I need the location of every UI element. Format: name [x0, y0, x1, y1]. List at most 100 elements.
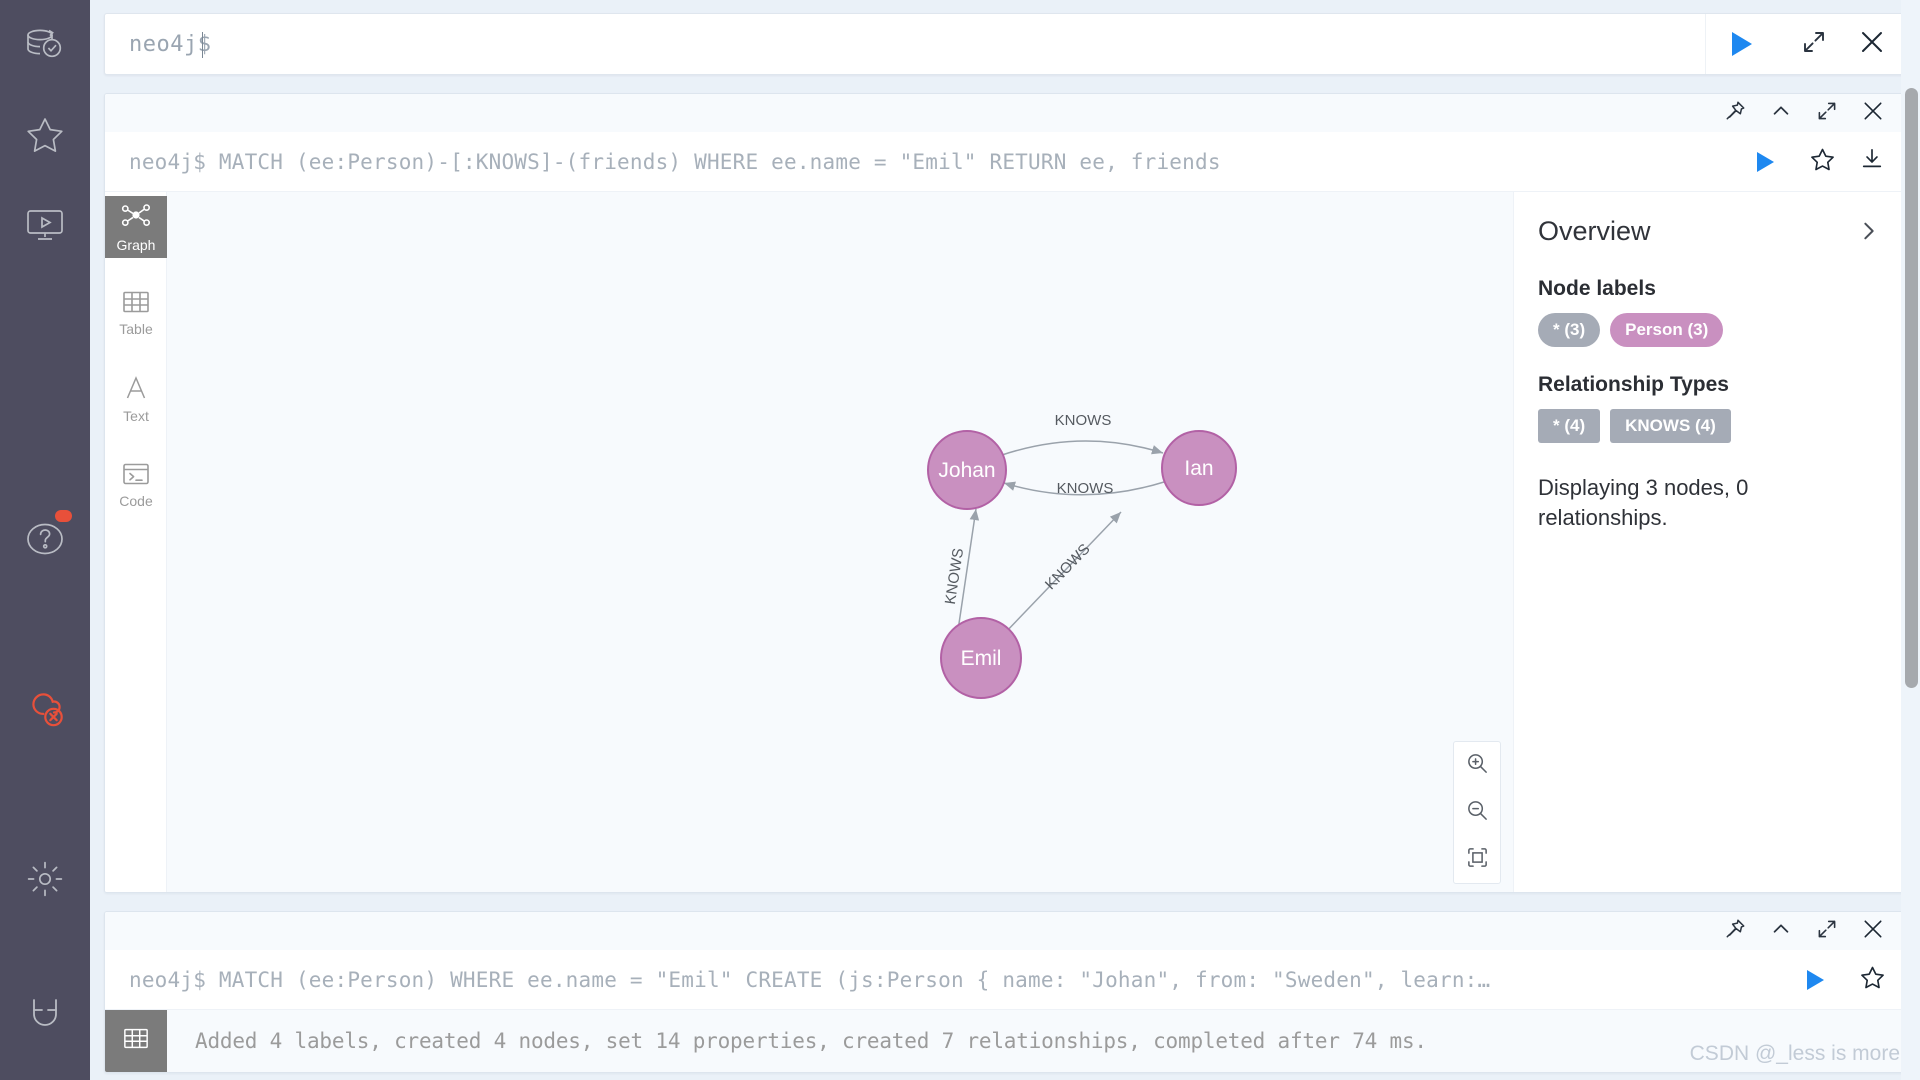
- frame-query-prompt: neo4j$: [129, 967, 207, 992]
- frame-rerun-button[interactable]: [1783, 950, 1847, 1010]
- overview-collapse-button[interactable]: [1857, 216, 1881, 251]
- expand-icon: [1816, 918, 1838, 945]
- frame-query-text[interactable]: neo4j$ MATCH (ee:Person) WHERE ee.name =…: [105, 968, 1783, 992]
- node-label-chip-person[interactable]: Person (3): [1610, 313, 1724, 347]
- editor-bar-actions: [1777, 14, 1905, 74]
- graph-overview-panel: Overview Node labels * (3) Person (3) Re…: [1513, 192, 1905, 892]
- frame-result-body: Graph Table Text Code KNOWS KNOWS KNOWS …: [105, 192, 1905, 892]
- magnet-icon: [26, 994, 64, 1032]
- sidebar-item-guides[interactable]: [0, 180, 90, 270]
- zoom-fit-icon: [1466, 846, 1489, 874]
- graph-node-johan[interactable]: Johan: [927, 430, 1007, 510]
- sidebar-item-database[interactable]: [0, 0, 90, 90]
- tab-text-label: Text: [123, 408, 149, 424]
- chevron-up-icon: [1770, 918, 1792, 945]
- frame-query-text[interactable]: neo4j$ MATCH (ee:Person)-[:KNOWS]-(frien…: [105, 150, 1733, 174]
- cypher-editor-input[interactable]: neo4j$: [105, 14, 1705, 74]
- zoom-in-button[interactable]: [1454, 742, 1500, 789]
- editor-run-button[interactable]: [1705, 14, 1777, 74]
- frame-query-actions: [1797, 132, 1905, 192]
- tab-graph[interactable]: Graph: [105, 196, 167, 258]
- relationship-label: KNOWS: [1042, 541, 1094, 594]
- editor-prompt: neo4j$: [129, 31, 212, 57]
- cloud-disconnected-icon: [23, 690, 67, 728]
- table-grid-icon: [123, 1027, 149, 1055]
- help-question-icon: [25, 519, 65, 559]
- graph-node-label: Ian: [1184, 457, 1213, 480]
- collapse-button[interactable]: [1759, 96, 1803, 130]
- tab-graph-label: Graph: [116, 237, 156, 253]
- pin-icon: [1725, 918, 1746, 944]
- tab-code-label: Code: [119, 493, 153, 509]
- expand-icon: [1816, 100, 1838, 127]
- settings-gear-icon: [26, 860, 64, 898]
- frame-expand-button[interactable]: [1805, 96, 1849, 130]
- status-view-toggle[interactable]: [105, 1010, 167, 1072]
- frame-query-body: MATCH (ee:Person)-[:KNOWS]-(friends) WHE…: [218, 149, 1221, 174]
- result-frame-create: neo4j$ MATCH (ee:Person) WHERE ee.name =…: [104, 911, 1906, 1073]
- editor-close-button[interactable]: [1845, 14, 1899, 74]
- tab-table[interactable]: Table: [105, 282, 167, 344]
- download-icon: [1860, 147, 1884, 176]
- frame-query-actions: [1847, 950, 1905, 1010]
- play-icon: [1806, 969, 1824, 990]
- frame-query-row: neo4j$ MATCH (ee:Person) WHERE ee.name =…: [105, 950, 1905, 1010]
- tab-code[interactable]: Code: [105, 454, 167, 516]
- overview-status-text: Displaying 3 nodes, 0 relationships.: [1538, 475, 1749, 530]
- graph-svg: KNOWS KNOWS KNOWS KNOWS Johan Ian Emil: [927, 412, 1237, 699]
- main-content: neo4j$ neo4j$ MATCH (ee:Person)-[:KNOWS]…: [90, 0, 1920, 1080]
- close-icon: [1861, 99, 1885, 128]
- expand-icon: [1801, 29, 1827, 60]
- code-terminal-icon: [122, 462, 150, 491]
- node-labels-title: Node labels: [1538, 277, 1656, 300]
- left-sidebar-rail: [0, 0, 90, 1080]
- relationship-types-title: Relationship Types: [1538, 373, 1729, 396]
- sidebar-item-favorites[interactable]: [0, 90, 90, 180]
- editor-expand-button[interactable]: [1787, 14, 1841, 74]
- sidebar-item-sync[interactable]: [0, 968, 90, 1058]
- close-icon: [1861, 917, 1885, 946]
- zoom-out-button[interactable]: [1454, 789, 1500, 836]
- frame-rerun-button[interactable]: [1733, 132, 1797, 192]
- scrollbar-thumb[interactable]: [1905, 88, 1918, 688]
- play-icon: [1731, 32, 1752, 56]
- relationship-johan-ian: [1001, 440, 1164, 456]
- guides-monitor-icon: [25, 208, 65, 242]
- frame-header: [105, 94, 1905, 132]
- page-scrollbar[interactable]: [1901, 0, 1920, 1080]
- frame-status-row: Added 4 labels, created 4 nodes, set 14 …: [105, 1010, 1905, 1072]
- text-caret: [202, 32, 204, 58]
- frame-close-button[interactable]: [1851, 96, 1895, 130]
- sidebar-item-help[interactable]: [0, 494, 90, 584]
- cypher-editor-bar: neo4j$: [104, 13, 1906, 75]
- database-check-icon: [25, 28, 65, 62]
- tab-text[interactable]: Text: [105, 368, 167, 430]
- frame-close-button[interactable]: [1851, 914, 1895, 948]
- node-label-chip-all[interactable]: * (3): [1538, 313, 1601, 347]
- neo4j-browser-window: neo4j$ neo4j$ MATCH (ee:Person)-[:KNOWS]…: [0, 0, 1920, 1080]
- sidebar-item-settings[interactable]: [0, 834, 90, 924]
- frame-query-body: MATCH (ee:Person) WHERE ee.name = "Emil"…: [218, 967, 1491, 992]
- pin-button[interactable]: [1713, 914, 1757, 948]
- zoom-fit-button[interactable]: [1454, 836, 1500, 883]
- collapse-button[interactable]: [1759, 914, 1803, 948]
- frame-favorite-button[interactable]: [1847, 950, 1897, 1010]
- pin-button[interactable]: [1713, 96, 1757, 130]
- chevron-up-icon: [1770, 100, 1792, 127]
- frame-favorite-button[interactable]: [1797, 132, 1847, 192]
- node-label-chips: * (3) Person (3): [1538, 313, 1881, 347]
- graph-nodes-icon: [121, 202, 151, 235]
- graph-node-emil[interactable]: Emil: [940, 617, 1022, 699]
- sidebar-item-connection-status[interactable]: [0, 664, 90, 754]
- overview-title: Overview: [1538, 216, 1651, 246]
- pin-icon: [1725, 100, 1746, 126]
- graph-visualization-canvas[interactable]: KNOWS KNOWS KNOWS KNOWS Johan Ian Emil: [167, 192, 1513, 892]
- close-icon: [1858, 28, 1886, 61]
- relationship-chip-all[interactable]: * (4): [1538, 409, 1601, 443]
- relationship-label: KNOWS: [1055, 412, 1112, 429]
- frame-query-row: neo4j$ MATCH (ee:Person)-[:KNOWS]-(frien…: [105, 132, 1905, 192]
- relationship-chip-knows[interactable]: KNOWS (4): [1610, 409, 1731, 443]
- graph-node-ian[interactable]: Ian: [1161, 430, 1237, 506]
- frame-expand-button[interactable]: [1805, 914, 1849, 948]
- frame-download-button[interactable]: [1847, 132, 1897, 192]
